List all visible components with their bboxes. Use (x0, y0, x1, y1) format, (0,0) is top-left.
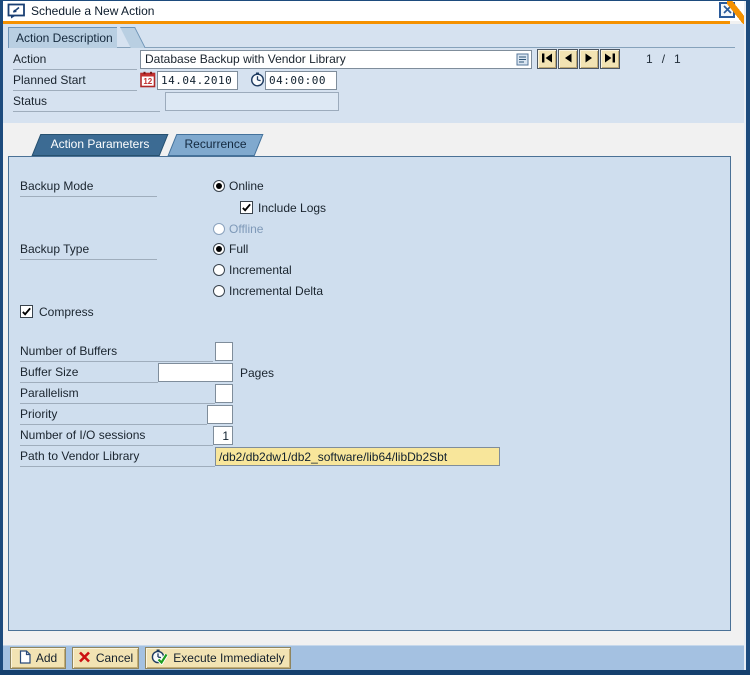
radio-online[interactable] (213, 180, 225, 192)
tab-recurrence-label: Recurrence (172, 134, 259, 155)
previous-record-button[interactable] (558, 49, 578, 69)
priority-label: Priority (20, 406, 207, 425)
radio-offline (213, 223, 225, 235)
previous-record-icon (563, 52, 573, 66)
radio-incremental-label[interactable]: Incremental (229, 263, 292, 277)
radio-full[interactable] (213, 243, 225, 255)
execute-immediately-button[interactable]: Execute Immediately (145, 647, 291, 669)
window-border-bottom (0, 670, 750, 675)
radio-full-label[interactable]: Full (229, 242, 248, 256)
status-label: Status (13, 93, 160, 112)
first-record-button[interactable] (537, 49, 557, 69)
planned-start-label: Planned Start (13, 72, 137, 91)
window-border-left (0, 0, 3, 675)
cancel-button-label: Cancel (96, 651, 133, 665)
number-of-buffers-input[interactable] (215, 342, 233, 361)
priority-input[interactable] (207, 405, 233, 424)
next-record-button[interactable] (579, 49, 599, 69)
radio-incremental-delta-label[interactable]: Incremental Delta (229, 284, 323, 298)
window-border-top (0, 0, 750, 1)
planned-start-time-input[interactable] (265, 71, 337, 90)
title-bar: Schedule a New Action (3, 1, 746, 21)
buffer-size-unit-label: Pages (240, 366, 274, 380)
parallelism-label: Parallelism (20, 385, 215, 404)
calendar-icon[interactable]: 12 (140, 71, 156, 91)
number-of-buffers-label: Number of Buffers (20, 343, 213, 362)
checkbox-compress[interactable] (20, 305, 33, 318)
io-sessions-input[interactable] (213, 426, 233, 445)
clock-icon (250, 72, 265, 90)
tab-action-parameters-label: Action Parameters (36, 134, 164, 155)
vendor-library-path-input[interactable] (215, 447, 500, 466)
backup-type-label: Backup Type (20, 241, 157, 260)
dropdown-list-icon[interactable] (516, 53, 529, 71)
cancel-x-icon (78, 651, 91, 666)
radio-online-label[interactable]: Online (229, 179, 264, 193)
tab-recurrence[interactable]: Recurrence (172, 134, 259, 156)
action-select-value: Database Backup with Vendor Library (145, 52, 346, 66)
checkbox-include-logs-label[interactable]: Include Logs (258, 201, 326, 215)
add-button-label: Add (36, 651, 57, 665)
last-record-icon (604, 52, 616, 66)
status-field (165, 92, 339, 111)
buffer-size-input[interactable] (158, 363, 233, 382)
radio-incremental[interactable] (213, 264, 225, 276)
window-title: Schedule a New Action (31, 4, 154, 18)
last-record-button[interactable] (600, 49, 620, 69)
checkmark-icon (21, 306, 32, 317)
vendor-library-path-label: Path to Vendor Library (20, 448, 215, 467)
radio-incremental-delta[interactable] (213, 285, 225, 297)
cancel-button[interactable]: Cancel (72, 647, 139, 669)
schedule-action-dialog: Schedule a New Action Action Description… (0, 0, 750, 675)
dialog-window-icon (7, 3, 26, 22)
section-header-underline (8, 47, 735, 48)
action-label: Action (13, 51, 137, 70)
checkbox-compress-label[interactable]: Compress (39, 305, 94, 319)
execute-button-label: Execute Immediately (173, 651, 284, 665)
section-header-tab: Action Description (8, 27, 117, 48)
radio-offline-label: Offline (229, 222, 263, 236)
add-document-icon (19, 650, 31, 667)
planned-start-date-input[interactable] (157, 71, 238, 90)
parallelism-input[interactable] (215, 384, 233, 403)
tab-action-parameters[interactable]: Action Parameters (36, 134, 164, 156)
action-select[interactable]: Database Backup with Vendor Library (140, 50, 532, 69)
pagination-total: 1 (674, 52, 681, 66)
add-button[interactable]: Add (10, 647, 66, 669)
checkbox-include-logs[interactable] (240, 201, 253, 214)
first-record-icon (541, 52, 553, 66)
window-border-right (746, 0, 750, 675)
buffer-size-label: Buffer Size (20, 364, 158, 383)
checkmark-icon (241, 202, 252, 213)
execute-clock-check-icon (151, 649, 168, 668)
pagination-separator: / (662, 52, 665, 66)
svg-text:12: 12 (143, 77, 152, 86)
io-sessions-label: Number of I/O sessions (20, 427, 213, 446)
backup-mode-label: Backup Mode (20, 178, 157, 197)
pagination-current: 1 (646, 52, 653, 66)
record-pagination: 1 / 1 (646, 52, 681, 66)
next-record-icon (584, 52, 594, 66)
